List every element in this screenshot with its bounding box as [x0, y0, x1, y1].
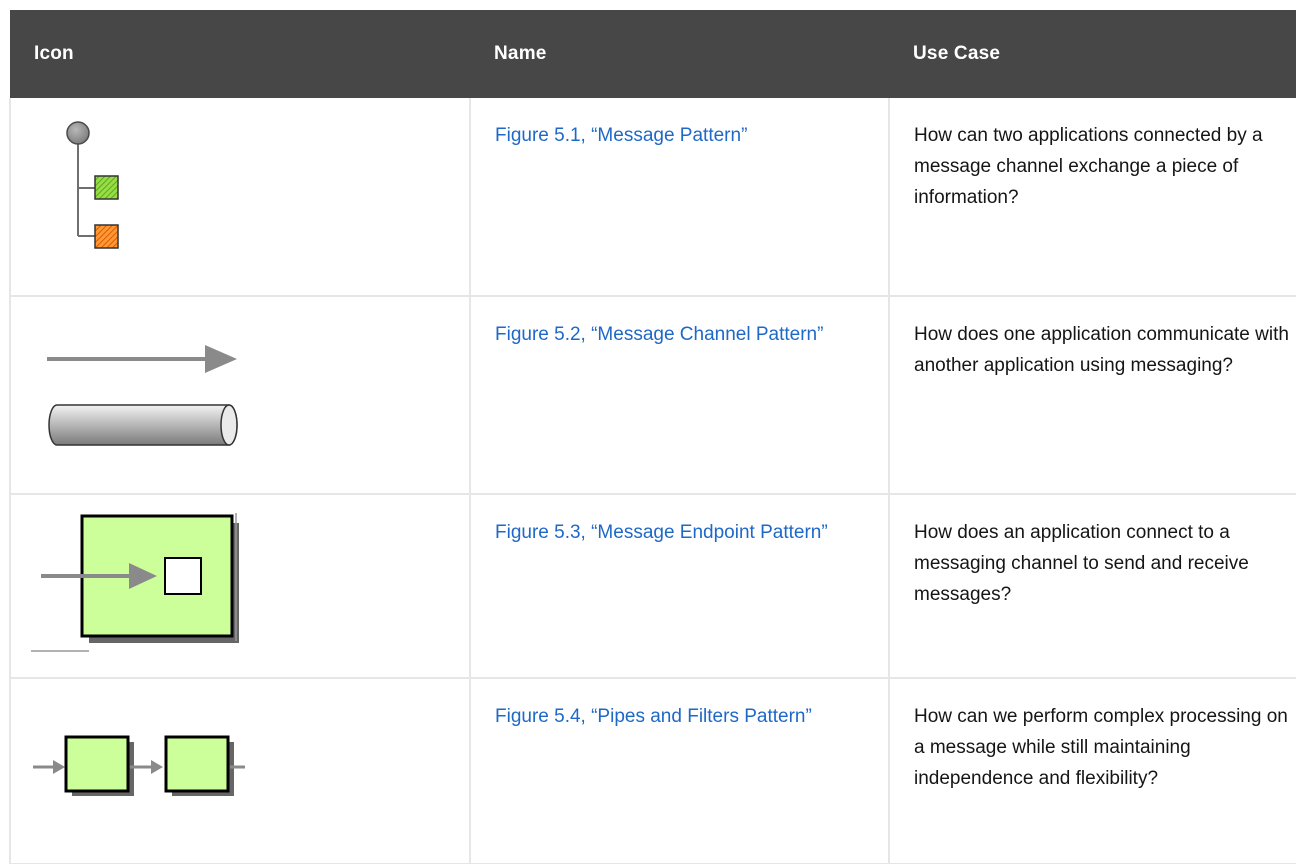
use-case-text: How can we perform complex processing on… [914, 706, 1288, 789]
figure-link-message-pattern[interactable]: Figure 5.1, “Message Pattern” [471, 98, 888, 151]
table-row: Figure 5.2, “Message Channel Pattern” Ho… [9, 296, 1296, 495]
page: Icon Name Use Case Figure 5.1, “Message … [0, 0, 1296, 864]
use-case-cell: How can two applications connected by a … [889, 98, 1296, 297]
name-cell: Figure 5.3, “Message Endpoint Pattern” [470, 494, 890, 679]
use-case-text: How does an application connect to a mes… [914, 522, 1249, 605]
pipes-and-filters-icon [33, 735, 263, 805]
table-row: Figure 5.1, “Message Pattern” How can tw… [9, 98, 1296, 297]
icon-cell [9, 296, 471, 495]
table-header-row: Icon Name Use Case [10, 10, 1296, 98]
header-use-case: Use Case [913, 43, 1001, 64]
patterns-table: Icon Name Use Case Figure 5.1, “Message … [9, 10, 1296, 864]
name-cell: Figure 5.2, “Message Channel Pattern” [470, 296, 890, 495]
figure-link-message-channel[interactable]: Figure 5.2, “Message Channel Pattern” [471, 297, 888, 350]
use-case-cell: How does an application connect to a mes… [889, 494, 1296, 679]
use-case-text: How can two applications connected by a … [914, 125, 1263, 208]
figure-link-message-endpoint[interactable]: Figure 5.3, “Message Endpoint Pattern” [471, 495, 888, 548]
name-cell: Figure 5.1, “Message Pattern” [470, 98, 890, 297]
icon-cell [9, 98, 471, 297]
use-case-cell: How does one application communicate wit… [889, 296, 1296, 495]
icon-cell [9, 678, 471, 864]
header-name: Name [494, 43, 547, 64]
use-case-cell: How can we perform complex processing on… [889, 678, 1296, 864]
header-icon: Icon [34, 43, 74, 64]
message-pattern-icon [53, 120, 153, 260]
table-row: Figure 5.4, “Pipes and Filters Pattern” … [9, 678, 1296, 864]
figure-link-pipes-and-filters[interactable]: Figure 5.4, “Pipes and Filters Pattern” [471, 679, 888, 732]
message-channel-icon [43, 343, 243, 453]
name-cell: Figure 5.4, “Pipes and Filters Pattern” [470, 678, 890, 864]
use-case-text: How does one application communicate wit… [914, 324, 1289, 376]
table-row: Figure 5.3, “Message Endpoint Pattern” H… [9, 494, 1296, 679]
icon-cell [9, 494, 471, 679]
message-endpoint-icon [31, 513, 251, 663]
